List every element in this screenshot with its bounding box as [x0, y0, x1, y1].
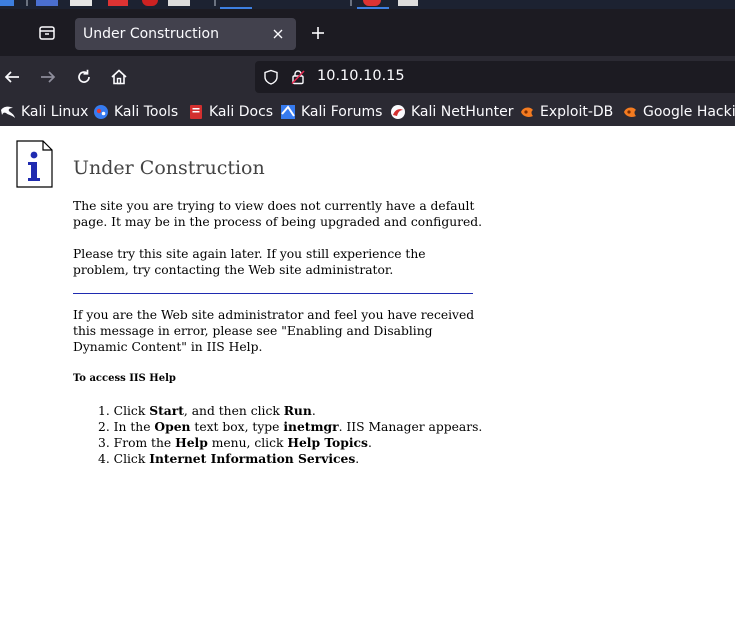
step-text: text box, type [190, 420, 284, 434]
step-text: , and then click [183, 404, 284, 418]
step-keyword: Start [149, 403, 184, 418]
bookmark-label: Kali Linux [21, 104, 89, 120]
firefox-view-button[interactable] [37, 23, 57, 43]
taskbar-window-icon[interactable] [36, 0, 58, 6]
bookmarks-toolbar: Kali Linux Kali Tools Kali Docs Kali For… [0, 98, 735, 126]
step-keyword: Help Topics [287, 435, 368, 450]
app-launcher-icon[interactable] [0, 0, 14, 6]
bookmark-kali-nethunter[interactable]: Kali NetHunter [390, 102, 513, 122]
tab-strip: Under Construction [0, 9, 735, 56]
retry-paragraph: Please try this site again later. If you… [73, 247, 426, 277]
tab-title: Under Construction [83, 26, 219, 42]
bookmark-kali-tools[interactable]: Kali Tools [93, 102, 178, 122]
navigation-toolbar: 10.10.10.15 [0, 56, 735, 98]
step-keyword: Internet Information Services [149, 451, 356, 466]
help-step: 4. Click Internet Information Services. [98, 451, 482, 467]
info-document-icon [16, 140, 53, 188]
home-button[interactable] [108, 66, 130, 88]
taskbar-separator [26, 0, 28, 6]
help-step: 3. From the Help menu, click Help Topics… [98, 435, 482, 451]
kali-forums-icon [281, 105, 295, 119]
taskbar-firefox-icon[interactable] [363, 0, 381, 6]
step-text: Click [113, 404, 150, 418]
url-text[interactable]: 10.10.10.15 [317, 68, 405, 84]
tracking-protection-shield-icon[interactable] [263, 69, 279, 85]
bookmark-kali-docs[interactable]: Kali Docs [188, 102, 273, 122]
back-arrow-icon [4, 71, 19, 83]
step-number: 1. [98, 404, 110, 418]
admin-paragraph: If you are the Web site administrator an… [73, 308, 475, 354]
step-text: . [355, 452, 360, 466]
step-number: 3. [98, 436, 110, 450]
bookmark-google-hacking[interactable]: Google Hacking [622, 102, 735, 122]
step-keyword: Help [175, 435, 208, 450]
bookmark-label: Google Hacking [643, 104, 735, 120]
close-icon[interactable] [270, 26, 286, 42]
step-text: menu, click [207, 436, 288, 450]
taskbar-terminal-icon[interactable] [168, 0, 190, 6]
bookmark-kali-forums[interactable]: Kali Forums [280, 102, 382, 122]
step-keyword: inetmgr [283, 419, 339, 434]
help-heading: To access IIS Help [73, 373, 176, 384]
kali-dragon-icon [1, 106, 15, 118]
forward-arrow-icon [41, 71, 56, 83]
intro-paragraph: The site you are trying to view does not… [73, 199, 483, 229]
help-steps-list: 1. Click Start, and then click Run. 2. I… [98, 403, 482, 467]
page-title: Under Construction [73, 157, 265, 179]
horizontal-rule [73, 293, 473, 294]
google-hacking-icon [624, 107, 636, 117]
bookmark-label: Kali Docs [209, 104, 274, 120]
reload-button[interactable] [73, 66, 95, 88]
bookmark-label: Kali Tools [114, 104, 179, 120]
new-tab-plus-icon[interactable] [308, 23, 328, 43]
step-text: Click [113, 452, 150, 466]
step-number: 4. [98, 452, 110, 466]
taskbar-files-icon[interactable] [70, 0, 92, 6]
step-text: . [367, 436, 372, 450]
help-step: 2. In the Open text box, type inetmgr. I… [98, 419, 482, 435]
bookmark-label: Kali Forums [301, 104, 383, 120]
kali-tools-icon [94, 105, 108, 119]
bookmark-kali-linux[interactable]: Kali Linux [0, 102, 88, 122]
step-keyword: Open [154, 419, 191, 434]
step-text: . IIS Manager appears. [338, 420, 483, 434]
bookmark-exploit-db[interactable]: Exploit-DB [519, 102, 613, 122]
kali-nethunter-icon [391, 105, 405, 119]
step-text: From the [113, 436, 176, 450]
step-keyword: Run [283, 403, 312, 418]
forward-button[interactable] [37, 66, 59, 88]
firefox-view-icon [39, 26, 55, 40]
kali-docs-icon [190, 105, 202, 119]
tab-under-construction[interactable]: Under Construction [75, 18, 296, 50]
page-content: Under Construction The site you are tryi… [0, 126, 735, 617]
bookmark-label: Kali NetHunter [411, 104, 514, 120]
taskbar-app-icon[interactable] [108, 0, 128, 6]
help-step: 1. Click Start, and then click Run. [98, 403, 482, 419]
taskbar-separator [214, 0, 216, 6]
taskbar-window2-icon[interactable] [398, 0, 418, 6]
taskbar-separator [350, 0, 352, 6]
back-button[interactable] [1, 66, 23, 88]
home-icon [111, 69, 127, 85]
insecure-lock-icon[interactable] [290, 69, 306, 85]
bookmark-label: Exploit-DB [540, 104, 614, 120]
address-bar[interactable]: 10.10.10.15 [255, 61, 735, 93]
exploit-db-icon [521, 107, 533, 117]
step-text: In the [113, 420, 155, 434]
os-taskbar [0, 0, 735, 9]
step-number: 2. [98, 420, 110, 434]
reload-icon [78, 69, 90, 83]
step-text: . [311, 404, 316, 418]
taskbar-browser-icon[interactable] [142, 0, 158, 6]
